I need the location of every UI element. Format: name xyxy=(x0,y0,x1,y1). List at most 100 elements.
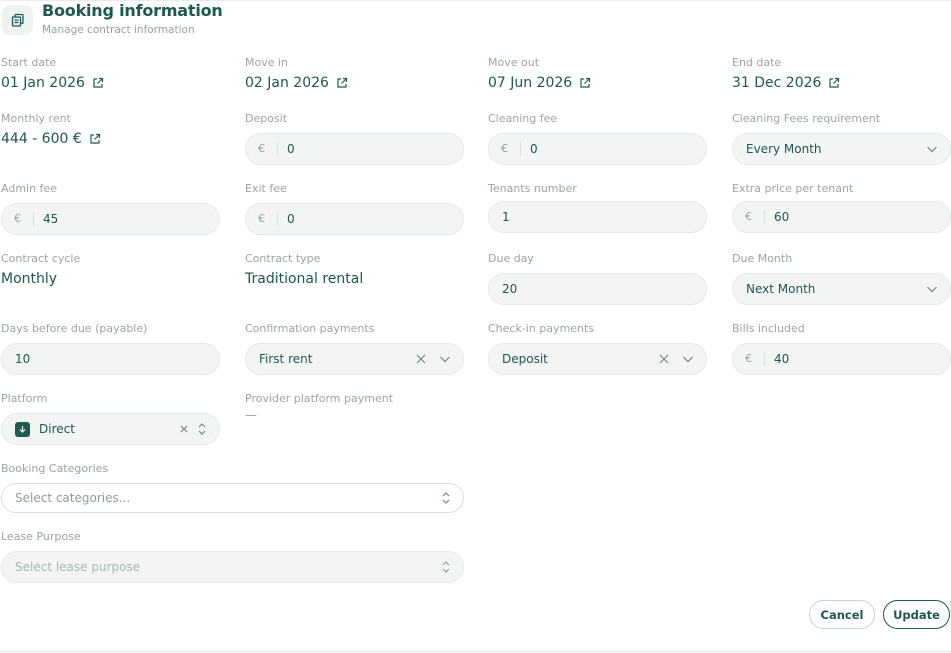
cleaning-fee-input[interactable]: € 0 xyxy=(488,133,707,165)
tenants-number-input[interactable]: 1 xyxy=(488,201,707,233)
checkin-payments-value: Deposit xyxy=(502,352,548,366)
admin-fee-label: Admin fee xyxy=(1,182,57,195)
euro-icon: € xyxy=(489,142,521,156)
exit-fee-input[interactable]: € 0 xyxy=(245,203,464,235)
contract-type-value: Traditional rental xyxy=(245,271,364,287)
cancel-button[interactable]: Cancel xyxy=(809,600,875,629)
chevron-down-icon[interactable] xyxy=(926,283,938,295)
admin-fee-input-value: 45 xyxy=(43,212,59,226)
due-day-label: Due day xyxy=(488,252,534,265)
monthly-rent-value: 444 - 600 € xyxy=(1,131,101,147)
external-link-icon[interactable] xyxy=(92,77,104,89)
monthly-rent-label: Monthly rent xyxy=(1,112,71,125)
move-out-field: Move out 07 Jun 2026 xyxy=(488,56,718,96)
platform-select[interactable]: Direct xyxy=(1,413,220,445)
days-before-due-input[interactable]: 10 xyxy=(1,343,220,375)
exit-fee-label: Exit fee xyxy=(245,182,287,195)
euro-icon: € xyxy=(246,212,278,226)
contract-cycle-label: Contract cycle xyxy=(1,252,81,265)
document-copy-icon xyxy=(2,5,33,35)
extra-price-per-tenant-field: Extra price per tenant € 60 xyxy=(732,182,951,242)
euro-icon: € xyxy=(2,212,34,226)
days-before-due-field: Days before due (payable) 10 xyxy=(1,322,220,382)
platform-value: Direct xyxy=(39,422,75,436)
confirmation-payments-field: Confirmation payments First rent xyxy=(245,322,464,382)
confirmation-payments-value: First rent xyxy=(259,352,313,366)
bills-included-label: Bills included xyxy=(732,322,805,335)
deposit-input[interactable]: € 0 xyxy=(245,133,464,165)
chevron-down-icon[interactable] xyxy=(682,353,694,365)
start-date-field: Start date 01 Jan 2026 xyxy=(1,56,231,96)
tenants-number-value: 1 xyxy=(502,210,510,224)
chevron-down-icon[interactable] xyxy=(439,353,451,365)
update-button[interactable]: Update xyxy=(883,600,950,629)
days-before-due-value: 10 xyxy=(15,352,31,366)
bills-included-input[interactable]: € 40 xyxy=(732,343,951,375)
admin-fee-input[interactable]: € 45 xyxy=(1,203,220,235)
chevron-up-down-icon[interactable] xyxy=(441,560,451,574)
provider-platform-payment-value: — xyxy=(245,408,257,422)
platform-logo-icon xyxy=(15,421,30,437)
days-before-due-label: Days before due (payable) xyxy=(1,322,148,335)
booking-categories-select[interactable]: Select categories... xyxy=(1,483,464,513)
close-icon[interactable] xyxy=(415,353,427,365)
lease-purpose-field: Lease Purpose Select lease purpose xyxy=(1,530,464,584)
bottom-divider xyxy=(0,651,951,652)
external-link-icon[interactable] xyxy=(579,77,591,89)
end-date-label: End date xyxy=(732,56,782,69)
booking-categories-label: Booking Categories xyxy=(1,462,109,475)
chevron-up-down-icon[interactable] xyxy=(197,422,207,436)
due-day-field: Due day 20 xyxy=(488,252,707,312)
chevron-up-down-icon[interactable] xyxy=(441,491,451,505)
checkin-payments-label: Check-in payments xyxy=(488,322,595,335)
provider-platform-payment-label: Provider platform payment xyxy=(245,392,394,405)
platform-field: Platform Direct xyxy=(1,392,220,452)
admin-fee-field: Admin fee € 45 xyxy=(1,182,220,242)
contract-type-field: Contract type Traditional rental xyxy=(245,252,475,292)
euro-icon: € xyxy=(733,210,765,224)
end-date-value: 31 Dec 2026 xyxy=(732,75,840,91)
due-month-select[interactable]: Next Month xyxy=(732,273,951,305)
close-icon[interactable] xyxy=(658,353,670,365)
checkin-payments-select[interactable]: Deposit xyxy=(488,343,707,375)
booking-categories-placeholder: Select categories... xyxy=(15,491,131,505)
move-in-field: Move in 02 Jan 2026 xyxy=(245,56,475,96)
lease-purpose-placeholder: Select lease purpose xyxy=(15,560,141,574)
close-icon[interactable] xyxy=(179,424,189,434)
external-link-icon[interactable] xyxy=(828,77,840,89)
chevron-down-icon[interactable] xyxy=(926,143,938,155)
external-link-icon[interactable] xyxy=(89,133,101,145)
deposit-field: Deposit € 0 xyxy=(245,112,464,172)
extra-price-per-tenant-label: Extra price per tenant xyxy=(732,182,854,195)
start-date-label: Start date xyxy=(1,56,57,69)
booking-categories-field: Booking Categories Select categories... xyxy=(1,462,464,514)
confirmation-payments-select[interactable]: First rent xyxy=(245,343,464,375)
due-day-input[interactable]: 20 xyxy=(488,273,707,305)
end-date-text: 31 Dec 2026 xyxy=(732,75,822,91)
cleaning-fees-requirement-value: Every Month xyxy=(746,142,822,156)
move-out-value: 07 Jun 2026 xyxy=(488,75,591,91)
lease-purpose-label: Lease Purpose xyxy=(1,530,81,543)
move-in-text: 02 Jan 2026 xyxy=(245,75,329,91)
move-in-value: 02 Jan 2026 xyxy=(245,75,348,91)
due-month-label: Due Month xyxy=(732,252,793,265)
cleaning-fees-requirement-field: Cleaning Fees requirement Every Month xyxy=(732,112,951,172)
euro-icon: € xyxy=(733,352,765,366)
confirmation-payments-label: Confirmation payments xyxy=(245,322,375,335)
extra-price-per-tenant-input[interactable]: € 60 xyxy=(732,201,951,233)
deposit-input-value: 0 xyxy=(287,142,295,156)
exit-fee-input-value: 0 xyxy=(287,212,295,226)
start-date-value: 01 Jan 2026 xyxy=(1,75,104,91)
cleaning-fee-field: Cleaning fee € 0 xyxy=(488,112,707,172)
start-date-text: 01 Jan 2026 xyxy=(1,75,85,91)
bills-included-field: Bills included € 40 xyxy=(732,322,951,382)
page-title: Booking information xyxy=(42,1,223,20)
lease-purpose-select[interactable]: Select lease purpose xyxy=(1,551,464,583)
monthly-rent-text: 444 - 600 € xyxy=(1,131,82,147)
cleaning-fees-requirement-select[interactable]: Every Month xyxy=(732,133,951,165)
contract-type-label: Contract type xyxy=(245,252,321,265)
end-date-field: End date 31 Dec 2026 xyxy=(732,56,947,96)
external-link-icon[interactable] xyxy=(336,77,348,89)
cleaning-fees-requirement-label: Cleaning Fees requirement xyxy=(732,112,881,125)
contract-cycle-field: Contract cycle Monthly xyxy=(1,252,231,292)
